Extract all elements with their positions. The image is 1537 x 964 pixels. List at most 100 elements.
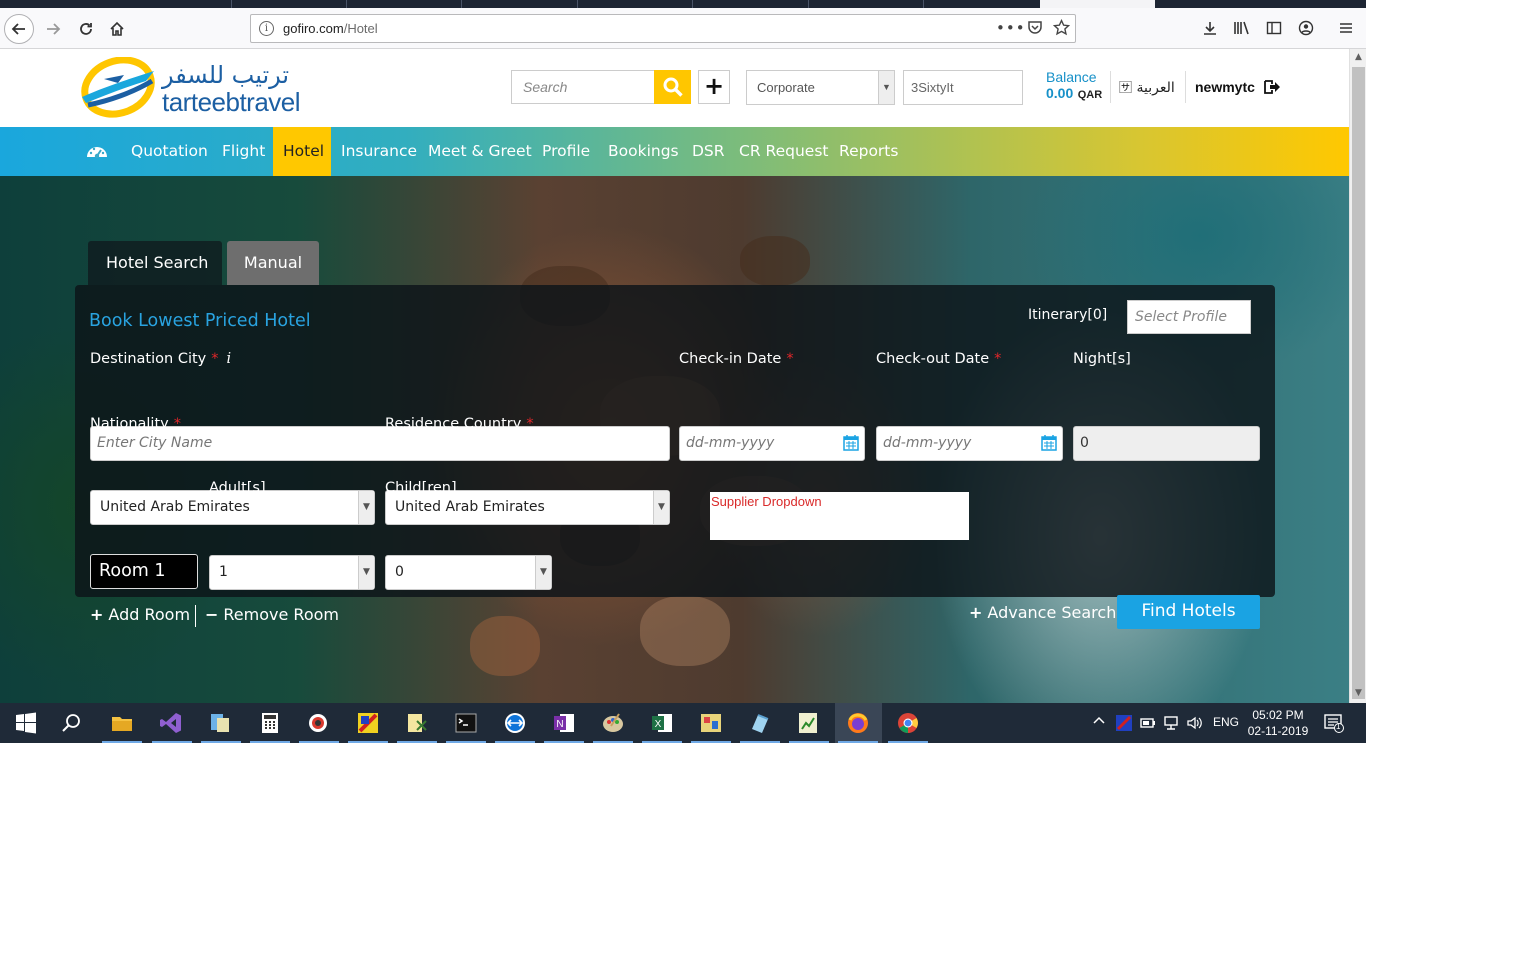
windows-start-icon[interactable] xyxy=(14,711,38,735)
select-profile-input[interactable]: Select Profile xyxy=(1127,300,1251,334)
find-hotels-button[interactable]: Find Hotels xyxy=(1117,595,1260,629)
tab-manual[interactable]: Manual xyxy=(227,241,319,285)
scrollbar-thumb[interactable] xyxy=(1352,67,1365,699)
nav-item-reports[interactable]: Reports xyxy=(829,127,908,176)
nav-item-profile[interactable]: Profile xyxy=(532,127,600,176)
notifications-icon[interactable]: 1 xyxy=(1324,713,1344,736)
nav-item-insurance[interactable]: Insurance xyxy=(331,127,427,176)
adults-select[interactable]: 1 ▼ xyxy=(209,555,375,590)
nav-item-cr-request[interactable]: CR Request xyxy=(729,127,838,176)
page-scrollbar[interactable]: ▲ ▼ xyxy=(1349,49,1366,703)
battery-icon[interactable] xyxy=(1140,716,1156,730)
ellipsis-icon[interactable]: ••• xyxy=(996,19,1026,37)
add-button[interactable]: + xyxy=(698,70,730,104)
remove-room-button[interactable]: − Remove Room xyxy=(205,605,339,624)
forward-button[interactable] xyxy=(38,14,68,44)
account-icon[interactable] xyxy=(1292,14,1320,42)
nav-item-bookings[interactable]: Bookings xyxy=(598,127,689,176)
visual-studio-icon[interactable] xyxy=(159,711,183,735)
dashboard-icon[interactable] xyxy=(86,141,108,161)
info-icon[interactable]: i xyxy=(226,351,231,367)
nights-input: 0 xyxy=(1073,426,1260,461)
chevron-up-icon[interactable]: ▲ xyxy=(1350,52,1366,62)
app-icon[interactable] xyxy=(356,711,380,735)
calendar-icon[interactable] xyxy=(843,434,859,451)
menu-icon[interactable] xyxy=(1332,14,1360,42)
running-indicator xyxy=(446,741,486,743)
logo[interactable]: ترتيب للسفر tarteebtravel xyxy=(74,57,314,119)
header-search-button[interactable] xyxy=(654,70,691,104)
calendar-icon[interactable] xyxy=(1041,434,1057,451)
file-explorer-icon[interactable] xyxy=(110,711,134,735)
terminal-icon[interactable] xyxy=(454,711,478,735)
pocket-icon[interactable] xyxy=(1027,19,1043,39)
system-clock[interactable]: 05:02 PM 02-11-2019 xyxy=(1246,707,1310,739)
advance-search-button[interactable]: + Advance Search xyxy=(969,603,1116,622)
plus-icon: + xyxy=(90,605,104,624)
header-search-input[interactable]: Search xyxy=(511,70,654,104)
app-icon[interactable] xyxy=(208,711,232,735)
bookmark-star-icon[interactable] xyxy=(1052,18,1071,40)
app-icon[interactable] xyxy=(796,711,820,735)
info-icon[interactable]: i xyxy=(259,21,274,36)
destination-label-text: Destination City xyxy=(90,351,207,367)
downloads-icon[interactable] xyxy=(1196,14,1224,42)
chevron-up-icon[interactable] xyxy=(1093,715,1105,730)
required-mark: * xyxy=(173,416,181,432)
calculator-icon[interactable] xyxy=(258,711,282,735)
input-language[interactable]: ENG xyxy=(1213,715,1239,729)
nav-item-flight[interactable]: Flight xyxy=(212,127,275,176)
chevron-down-icon[interactable]: ▼ xyxy=(1350,688,1366,698)
running-indicator xyxy=(789,741,829,743)
app-icon[interactable] xyxy=(405,711,429,735)
clock-time: 05:02 PM xyxy=(1252,708,1304,722)
account-type-select[interactable]: Corporate ▼ xyxy=(746,70,895,105)
nav-item-meet-greet[interactable]: Meet & Greet xyxy=(418,127,542,176)
checkin-placeholder: dd-mm-yyyy xyxy=(686,435,775,451)
svg-text:N: N xyxy=(556,719,563,730)
url-text[interactable]: gofiro.com/Hotel xyxy=(283,21,378,36)
teamviewer-icon[interactable] xyxy=(503,711,527,735)
search-icon[interactable] xyxy=(60,711,84,735)
running-indicator xyxy=(838,741,878,743)
advance-search-label: Advance Search xyxy=(987,603,1117,622)
volume-icon[interactable] xyxy=(1186,715,1202,731)
balance-widget: Balance 0.00 QAR xyxy=(1046,69,1102,103)
home-button[interactable] xyxy=(102,14,132,44)
children-select[interactable]: 0 ▼ xyxy=(385,555,552,590)
supplier-dropdown[interactable]: Supplier Dropdown xyxy=(710,492,969,540)
back-button[interactable] xyxy=(4,14,34,44)
paint-icon[interactable] xyxy=(601,711,625,735)
checkout-date-input[interactable]: dd-mm-yyyy xyxy=(876,426,1063,461)
address-bar[interactable]: i gofiro.com/Hotel ••• xyxy=(250,14,1076,43)
reload-button[interactable] xyxy=(71,14,101,44)
language-switch[interactable]: 🈂 العربية xyxy=(1119,77,1175,96)
app-icon[interactable] xyxy=(699,711,723,735)
agency-code-input[interactable]: 3SixtyIt xyxy=(903,70,1023,105)
sidebar-icon[interactable] xyxy=(1260,14,1288,42)
nights-label: Night[s] xyxy=(1073,351,1131,367)
add-room-button[interactable]: + Add Room xyxy=(90,605,190,624)
username: newmytc xyxy=(1195,79,1255,95)
tray-app-icon[interactable] xyxy=(1115,714,1133,732)
library-icon[interactable] xyxy=(1228,14,1256,42)
onenote-icon[interactable]: N xyxy=(552,711,576,735)
header-divider xyxy=(1110,71,1111,103)
excel-icon[interactable]: X xyxy=(650,711,674,735)
running-indicator xyxy=(740,741,780,743)
user-menu[interactable]: newmytc xyxy=(1195,79,1281,96)
app-icon[interactable] xyxy=(748,711,772,735)
nav-item-hotel[interactable]: Hotel xyxy=(273,127,331,176)
nav-item-quotation[interactable]: Quotation xyxy=(121,127,218,176)
firefox-icon[interactable] xyxy=(846,711,870,735)
chrome-icon[interactable] xyxy=(896,711,920,735)
browser-active-tab[interactable] xyxy=(1040,0,1155,8)
checkin-date-input[interactable]: dd-mm-yyyy xyxy=(679,426,865,461)
nav-item-dsr[interactable]: DSR xyxy=(682,127,735,176)
network-icon[interactable] xyxy=(1163,715,1179,731)
logout-icon[interactable] xyxy=(1263,79,1281,96)
tab-hotel-search[interactable]: Hotel Search xyxy=(88,241,222,285)
itinerary-link[interactable]: Itinerary[0] xyxy=(1028,307,1107,323)
balance-currency: QAR xyxy=(1077,89,1103,101)
app-icon[interactable] xyxy=(306,711,330,735)
